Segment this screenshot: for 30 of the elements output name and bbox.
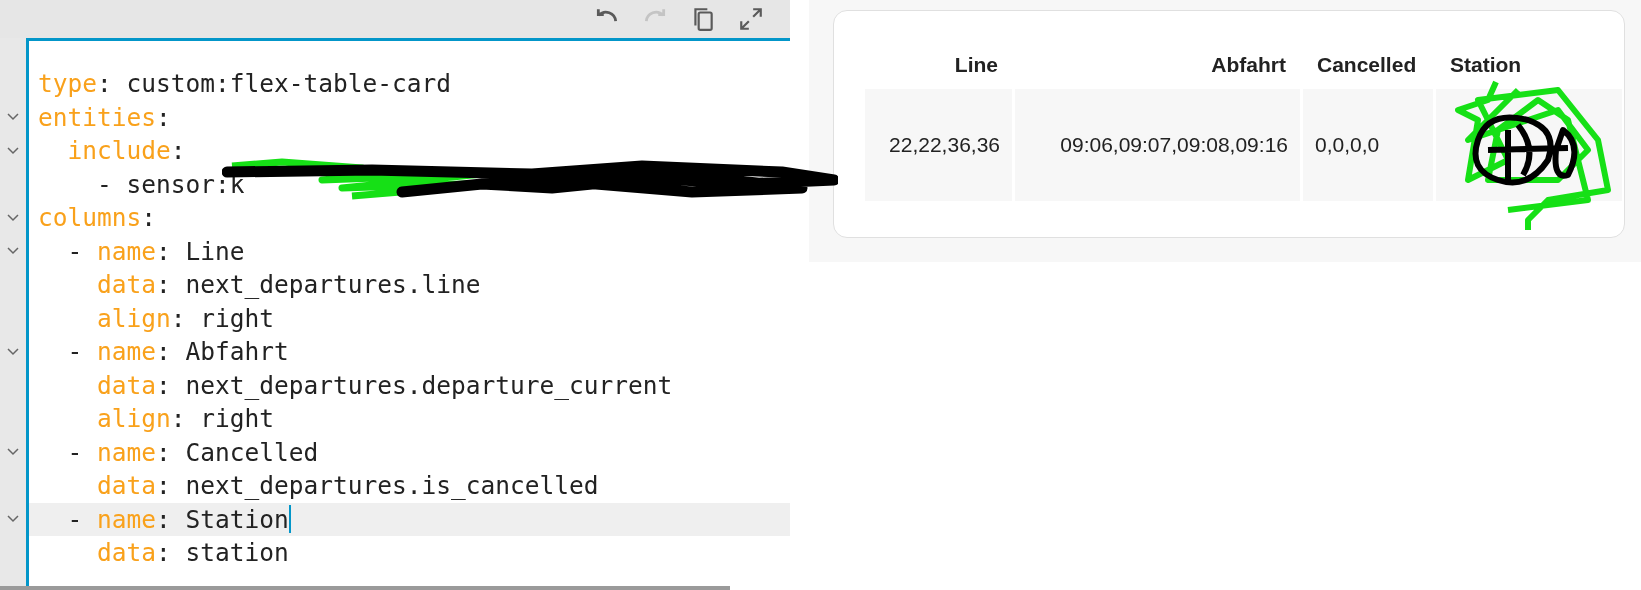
code-line: data: station <box>96 538 289 568</box>
code-line: type: custom:flex-table-card <box>38 69 452 99</box>
code-line: align: right <box>96 303 275 333</box>
text-cursor <box>288 505 291 534</box>
table-cell: 22,22,36,36 <box>865 89 1012 201</box>
code-line: data: next_departures.line <box>96 270 481 300</box>
fold-icon[interactable] <box>7 448 19 457</box>
table-cell: 0,0,0,0 <box>1303 89 1433 201</box>
table-cell: 09:06,09:07,09:08,09:16 <box>1015 89 1300 201</box>
code-line: include: <box>66 136 186 166</box>
fold-icon[interactable] <box>7 247 19 256</box>
fold-icon[interactable] <box>7 146 19 155</box>
column-header: Cancelled <box>1317 53 1417 77</box>
fold-icon[interactable] <box>7 515 19 524</box>
code-line: entities: <box>38 102 171 132</box>
code-line: - name: Cancelled <box>66 437 319 467</box>
column-header: Abfahrt <box>1211 53 1286 77</box>
code-line: - name: Line <box>66 236 245 266</box>
code-line: columns: <box>38 203 157 233</box>
code-line: - name: Abfahrt <box>66 337 289 367</box>
column-header: Station <box>1450 53 1522 77</box>
code-line: data: next_departures.departure_current <box>96 370 673 400</box>
fold-icon[interactable] <box>7 113 19 122</box>
code-line: - name: Station <box>66 504 289 534</box>
code-line: data: next_departures.is_cancelled <box>96 471 599 501</box>
code-line: align: right <box>96 404 275 434</box>
fold-icon[interactable] <box>7 347 19 356</box>
column-header: Line <box>954 53 998 77</box>
code-line: - sensor:k <box>96 169 245 199</box>
fold-icon[interactable] <box>7 213 19 222</box>
